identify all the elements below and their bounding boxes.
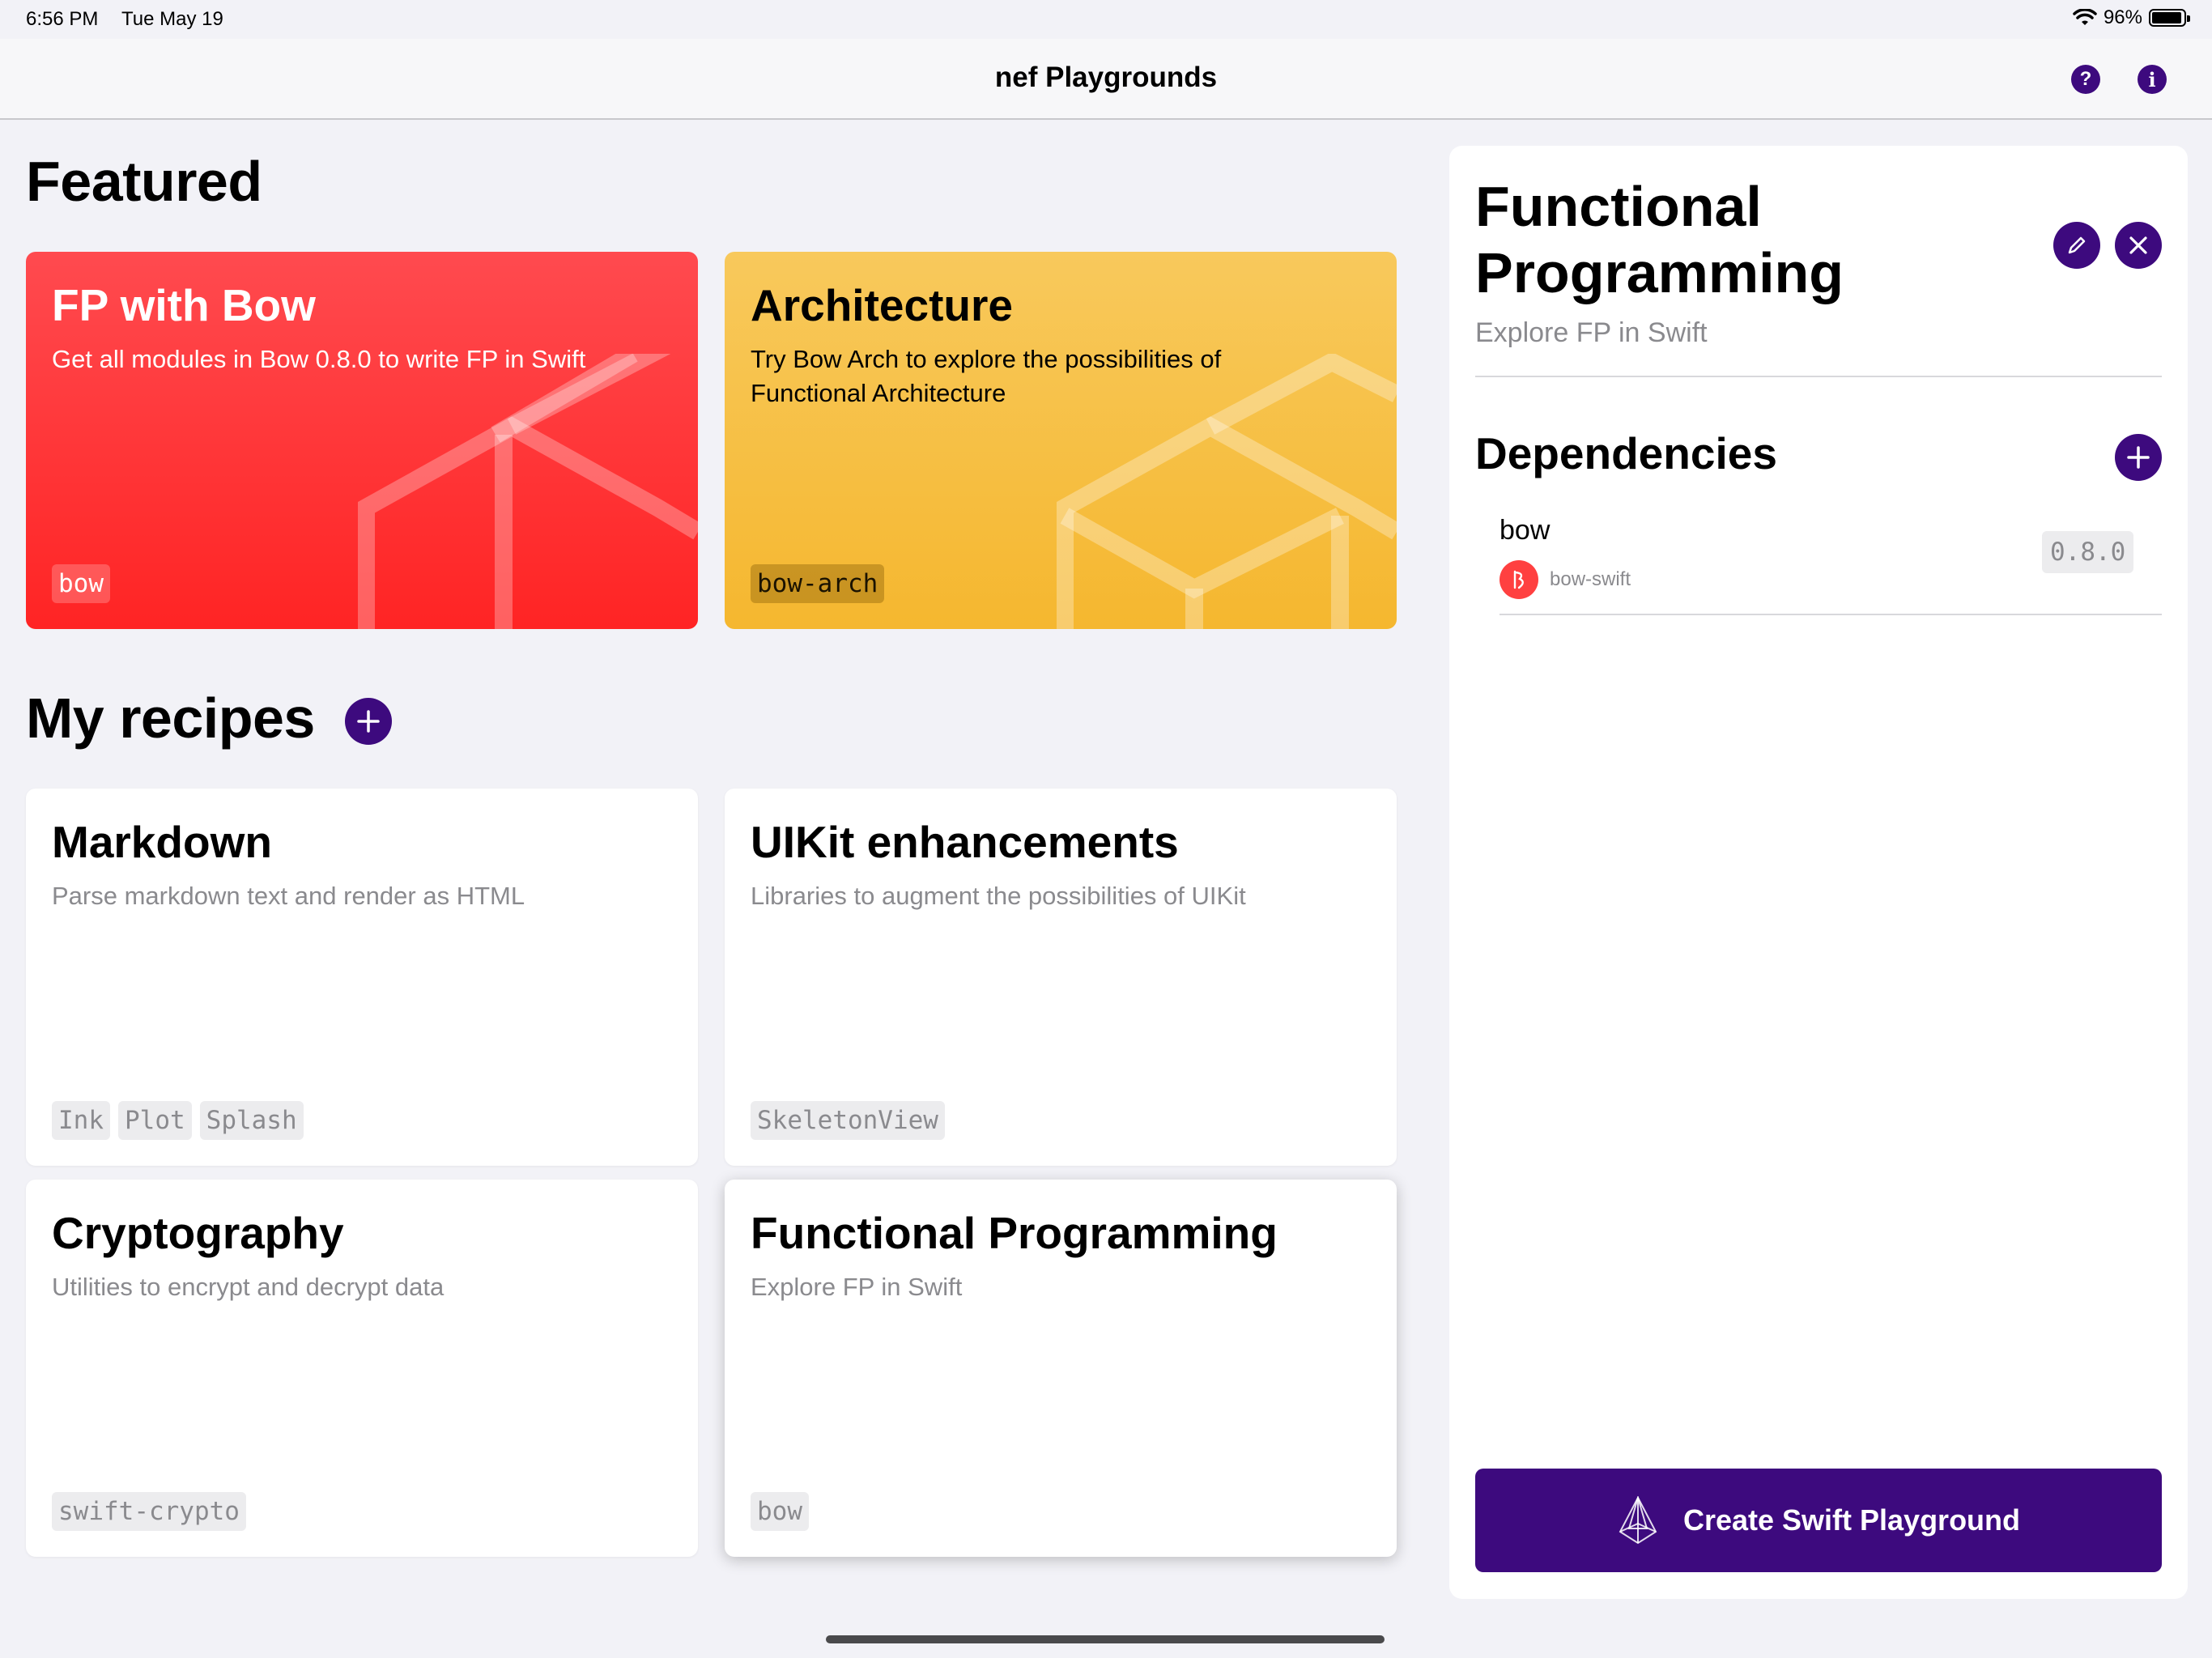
status-indicators: 96% — [2073, 6, 2190, 29]
battery-level — [2152, 12, 2182, 23]
card-title: Cryptography — [52, 1208, 344, 1258]
featured-card-fp-with-bow[interactable]: FP with Bow Get all modules in Bow 0.8.0… — [26, 252, 698, 629]
tag-list: SkeletonView — [751, 1101, 945, 1140]
dependency-name: bow — [1499, 515, 1551, 546]
tag-list: swift-crypto — [52, 1492, 246, 1531]
cube-decoration-icon — [358, 354, 698, 629]
edit-button[interactable] — [2053, 222, 2100, 269]
question-mark-icon[interactable]: ? — [2071, 65, 2100, 94]
wifi-icon — [2073, 9, 2097, 25]
battery-icon — [2149, 9, 2190, 27]
tag-list: bow — [751, 1492, 809, 1531]
card-description: Libraries to augment the possibilities o… — [751, 882, 1246, 910]
card-description: Get all modules in Bow 0.8.0 to write FP… — [52, 345, 586, 373]
dependency-repo: bow-swift — [1550, 568, 1631, 590]
tag: bow — [751, 1492, 809, 1531]
battery-percent: 96% — [2103, 6, 2142, 28]
plus-icon — [2127, 446, 2150, 469]
card-description: Utilities to encrypt and decrypt data — [52, 1273, 445, 1301]
status-bar: 6:56 PM Tue May 19 96% — [0, 0, 2212, 39]
tag: Splash — [199, 1101, 304, 1140]
tag: Ink — [52, 1101, 110, 1140]
recipe-card-uikit-enhancements[interactable]: UIKit enhancements Libraries to augment … — [725, 789, 1397, 1166]
close-icon — [2129, 236, 2147, 254]
add-dependency-button[interactable] — [2115, 434, 2162, 481]
card-title: UIKit enhancements — [751, 817, 1179, 867]
dependencies-heading: Dependencies — [1475, 428, 1777, 478]
divider — [1499, 614, 2162, 615]
tag: bow — [52, 564, 110, 603]
tag-list: bow-arch — [751, 564, 885, 603]
tag: Plot — [118, 1101, 192, 1140]
add-recipe-button[interactable] — [345, 698, 392, 745]
featured-card-architecture[interactable]: Architecture Try Bow Arch to explore the… — [725, 252, 1397, 629]
my-recipes-heading: My recipes — [26, 687, 315, 750]
card-description: Try Bow Arch to explore the possibilitie… — [751, 345, 1222, 407]
recipe-detail-panel: Functional Programming Explore FP in Swi… — [1449, 146, 2188, 1599]
home-indicator[interactable] — [826, 1635, 1385, 1643]
card-title: FP with Bow — [52, 280, 316, 330]
pencil-icon — [2068, 236, 2086, 254]
tag-list: bow — [52, 564, 110, 603]
create-swift-playground-button[interactable]: Create Swift Playground — [1475, 1469, 2162, 1572]
detail-title: Functional Programming — [1475, 175, 1844, 304]
navigation-bar: nef Playgrounds ? i — [0, 39, 2212, 120]
card-title: Functional Programming — [751, 1208, 1278, 1258]
recipe-card-markdown[interactable]: Markdown Parse markdown text and render … — [26, 789, 698, 1166]
close-button[interactable] — [2115, 222, 2162, 269]
recipe-card-functional-programming[interactable]: Functional Programming Explore FP in Swi… — [725, 1180, 1397, 1557]
info-icon[interactable]: i — [2138, 65, 2167, 94]
card-title: Markdown — [52, 817, 272, 867]
tag-list: Ink Plot Splash — [52, 1101, 304, 1140]
status-date: Tue May 19 — [121, 8, 223, 30]
card-description: Parse markdown text and render as HTML — [52, 882, 525, 910]
app-title: nef Playgrounds — [994, 62, 1218, 93]
recipe-card-cryptography[interactable]: Cryptography Utilities to encrypt and de… — [26, 1180, 698, 1557]
tag: swift-crypto — [52, 1492, 246, 1531]
featured-heading: Featured — [26, 150, 262, 213]
dependency-version[interactable]: 0.8.0 — [2042, 531, 2134, 573]
create-button-label: Create Swift Playground — [1682, 1503, 2021, 1537]
detail-subtitle: Explore FP in Swift — [1475, 317, 1708, 348]
tag: SkeletonView — [751, 1101, 945, 1140]
tag: bow-arch — [751, 564, 885, 603]
bow-logo-icon — [1499, 560, 1538, 599]
playground-prism-icon — [1619, 1496, 1657, 1545]
status-time: 6:56 PM — [26, 8, 99, 30]
divider — [1475, 376, 2162, 377]
card-description: Explore FP in Swift — [751, 1273, 963, 1301]
plus-icon — [357, 710, 380, 733]
card-title: Architecture — [751, 280, 1013, 330]
